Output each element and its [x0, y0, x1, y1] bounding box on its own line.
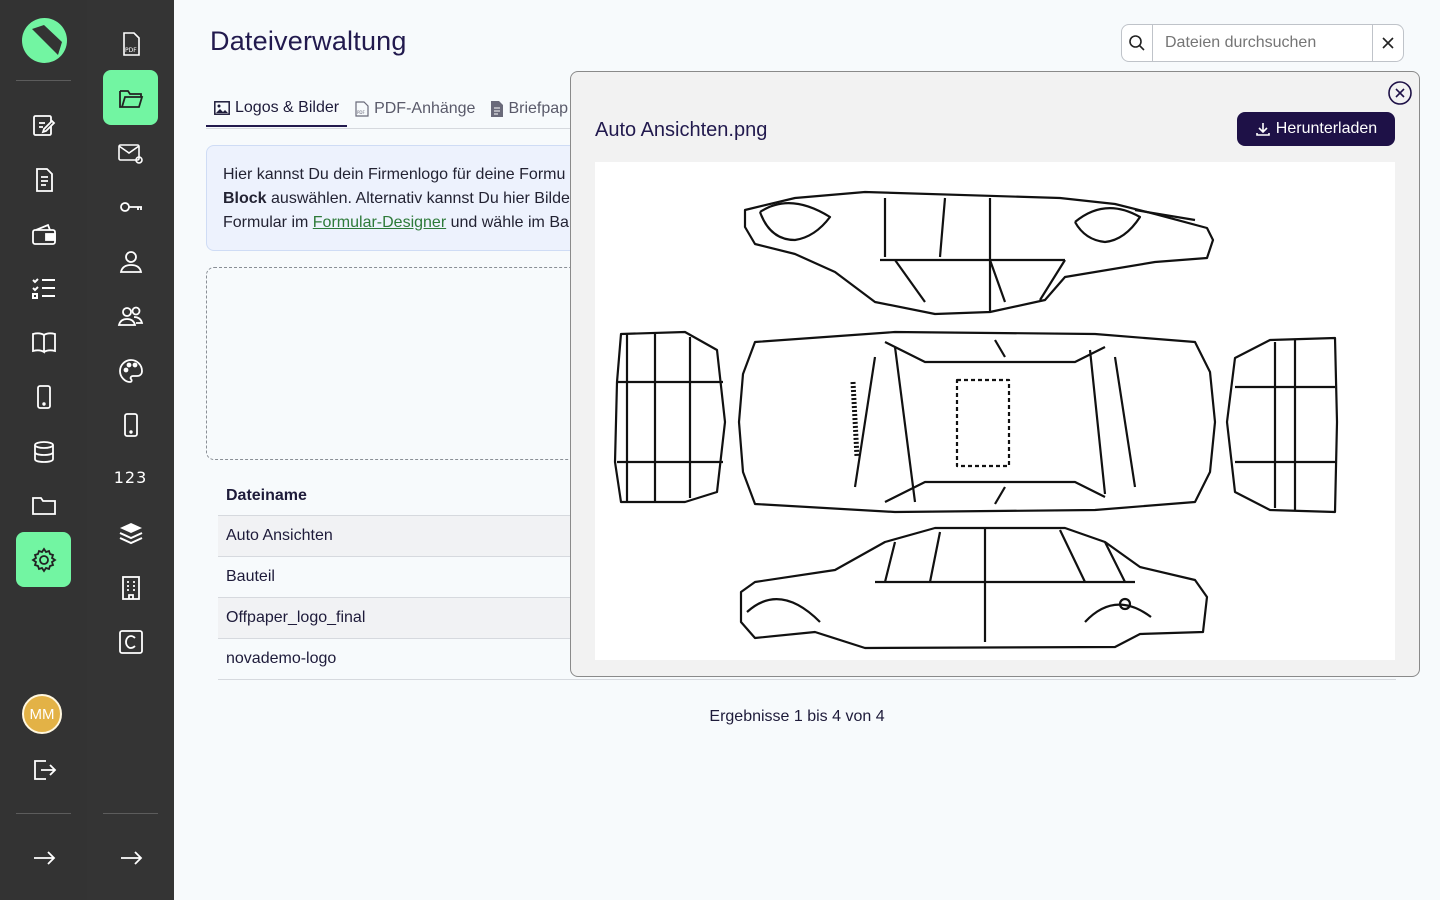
document-icon — [35, 167, 53, 192]
search-icon — [1129, 35, 1145, 51]
svg-text:PDF: PDF — [125, 47, 137, 54]
secondary-sidebar: PDF 123 — [87, 0, 174, 900]
tab-pdf-attachments[interactable]: PDF PDF-Anhänge — [347, 90, 483, 127]
edit-form-icon — [32, 114, 55, 136]
subnav-user[interactable] — [103, 234, 158, 289]
key-icon — [119, 201, 142, 212]
folder-icon — [31, 496, 56, 515]
pdf-icon: PDF — [355, 100, 369, 117]
filename-cell: novademo-logo — [226, 650, 337, 667]
image-preview-modal: Auto Ansichten.png Herunterladen — [570, 71, 1420, 677]
close-circle-icon — [1388, 81, 1412, 105]
download-button[interactable]: Herunterladen — [1237, 112, 1395, 146]
search-box — [1121, 24, 1404, 62]
info-text: auswählen. Alternativ kannst Du hier Bil… — [266, 190, 570, 207]
subnav-users[interactable] — [103, 288, 158, 343]
image-icon — [214, 100, 230, 115]
app-logo[interactable] — [22, 18, 67, 63]
tab-bar: Logos & Bilder PDF PDF-Anhänge Briefpap — [206, 90, 576, 129]
nav-tasks[interactable] — [16, 260, 71, 315]
copyright-box-icon — [118, 629, 143, 654]
tab-logos-images[interactable]: Logos & Bilder — [206, 90, 348, 127]
file-icon — [491, 100, 504, 117]
arrow-right-icon — [120, 850, 142, 865]
expand-sidebar-button[interactable] — [16, 830, 71, 885]
search-input[interactable] — [1153, 25, 1372, 61]
folder-open-icon — [118, 89, 143, 108]
filename-cell: Auto Ansichten — [226, 527, 333, 544]
nav-form-editor[interactable] — [16, 97, 71, 152]
database-icon — [33, 440, 54, 463]
wallet-icon — [31, 223, 56, 245]
tab-label: Logos & Bilder — [235, 98, 340, 116]
subnav-theme[interactable] — [103, 343, 158, 398]
subnav-file-manager[interactable] — [103, 70, 158, 125]
arrow-right-icon — [33, 850, 55, 865]
svg-text:PDF: PDF — [357, 110, 365, 115]
search-button[interactable] — [1122, 25, 1153, 61]
filename-cell: Bauteil — [226, 568, 275, 585]
image-preview — [595, 162, 1395, 660]
info-text: und wähle im Ba — [446, 214, 569, 231]
phone-icon — [36, 384, 51, 409]
user-icon — [119, 250, 142, 273]
pdf-file-icon: PDF — [122, 31, 140, 56]
logout-button[interactable] — [16, 742, 71, 797]
checklist-icon — [31, 277, 55, 299]
subnav-numbers[interactable]: 123 — [103, 450, 158, 505]
book-icon — [31, 331, 56, 354]
nav-wallet[interactable] — [16, 207, 71, 262]
tab-letterhead[interactable]: Briefpap — [483, 90, 576, 127]
primary-sidebar: MM — [0, 0, 87, 900]
car-views-drawing — [613, 190, 1339, 650]
nav-files[interactable] — [16, 477, 71, 532]
subnav-copyright[interactable] — [103, 614, 158, 669]
settings-icon — [30, 546, 57, 573]
mail-at-icon — [117, 143, 143, 164]
nav-documents[interactable] — [16, 152, 71, 207]
phone-icon — [123, 412, 138, 437]
building-icon — [121, 575, 140, 600]
divider — [16, 813, 71, 814]
info-text: Formular im — [223, 214, 313, 231]
layers-icon — [119, 522, 142, 544]
results-count: Ergebnisse 1 bis 4 von 4 — [709, 708, 885, 725]
subnav-company[interactable] — [103, 560, 158, 615]
subnav-pdf[interactable]: PDF — [103, 16, 158, 71]
nav-handbook[interactable] — [16, 314, 71, 369]
info-bold-text: Block — [223, 190, 267, 207]
tab-label: Briefpap — [508, 99, 569, 117]
modal-title: Auto Ansichten.png — [595, 119, 768, 141]
subnav-mobile[interactable] — [103, 397, 158, 452]
divider — [16, 80, 71, 81]
subnav-keys[interactable] — [103, 179, 158, 234]
form-designer-link[interactable]: Formular-Designer — [313, 214, 446, 231]
close-modal-button[interactable] — [1387, 80, 1413, 106]
clear-search-button[interactable] — [1372, 25, 1403, 61]
tab-label: PDF-Anhänge — [374, 99, 476, 117]
filename-cell: Offpaper_logo_final — [226, 609, 366, 626]
nav-mobile[interactable] — [16, 369, 71, 424]
subnav-email[interactable] — [103, 125, 158, 180]
page-title: Dateiverwaltung — [210, 26, 407, 56]
numbers-icon: 123 — [113, 468, 148, 487]
close-icon — [1382, 37, 1394, 49]
users-icon — [117, 306, 143, 326]
nav-database[interactable] — [16, 424, 71, 479]
palette-icon — [118, 358, 143, 383]
divider — [103, 813, 158, 814]
download-label: Herunterladen — [1275, 120, 1378, 137]
nav-settings[interactable] — [16, 532, 71, 587]
subnav-layers[interactable] — [103, 505, 158, 560]
logout-icon — [33, 759, 56, 780]
download-icon — [1255, 123, 1270, 136]
expand-subnav-button[interactable] — [103, 830, 158, 885]
